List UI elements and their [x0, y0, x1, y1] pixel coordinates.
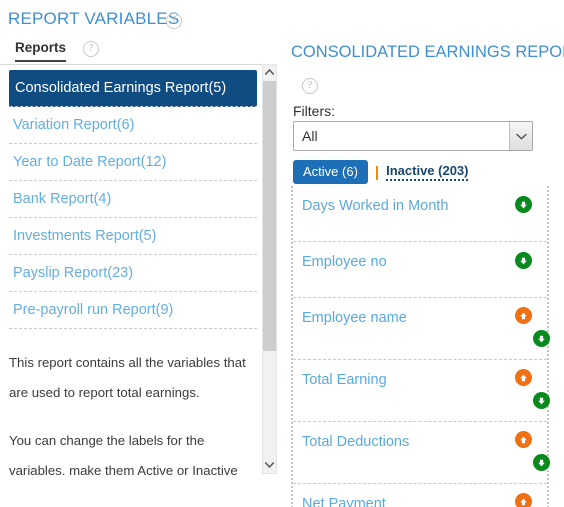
- active-inactive-toggle: Active (6) | Inactive (203): [293, 160, 469, 184]
- tab-bar: Reports ?: [0, 40, 265, 65]
- scroll-up-icon[interactable]: [263, 65, 276, 80]
- variable-row: Employee name: [293, 298, 550, 360]
- move-down-icon[interactable]: [533, 392, 550, 409]
- report-description: This report contains all the variables t…: [9, 348, 259, 504]
- scrollbar-thumb[interactable]: [263, 81, 276, 351]
- move-down-icon[interactable]: [515, 196, 532, 213]
- filters-label: Filters:: [293, 103, 335, 119]
- report-list-item[interactable]: Investments Report(5): [9, 218, 257, 255]
- variable-name[interactable]: Employee name: [302, 308, 539, 328]
- help-icon[interactable]: ?: [166, 13, 182, 29]
- report-list: Consolidated Earnings Report(5) Variation…: [9, 70, 257, 329]
- variable-row: Employee no: [293, 242, 547, 298]
- report-list-item[interactable]: Consolidated Earnings Report(5): [9, 70, 257, 107]
- left-panel: REPORT VARIABLES ? Reports ? Consolidate…: [0, 0, 283, 507]
- variable-name[interactable]: Total Deductions: [302, 432, 539, 452]
- reports-help-icon[interactable]: ?: [83, 41, 99, 57]
- move-down-icon[interactable]: [515, 252, 532, 269]
- scroll-down-icon[interactable]: [263, 458, 276, 473]
- move-up-icon[interactable]: [515, 369, 532, 386]
- active-filter-button[interactable]: Active (6): [293, 160, 368, 184]
- report-list-item[interactable]: Pre-payroll run Report(9): [9, 292, 257, 329]
- report-list-item[interactable]: Year to Date Report(12): [9, 144, 257, 181]
- report-title: CONSOLIDATED EARNINGS REPORT: [291, 43, 564, 61]
- tab-reports[interactable]: Reports: [15, 40, 67, 62]
- variable-row: Total Deductions: [293, 422, 550, 484]
- variable-name[interactable]: Total Earning: [302, 370, 539, 390]
- report-variables-screen: REPORT VARIABLES ? Reports ? Consolidate…: [0, 0, 564, 507]
- variable-row: Total Earning: [293, 360, 550, 422]
- move-up-icon[interactable]: [515, 431, 532, 448]
- toggle-divider: |: [374, 163, 380, 181]
- variable-list: Days Worked in Month Employee no Employee …: [291, 186, 550, 507]
- report-list-item[interactable]: Payslip Report(23): [9, 255, 257, 292]
- variable-name[interactable]: Employee no: [302, 252, 539, 272]
- filter-select[interactable]: All: [293, 121, 533, 151]
- move-up-icon[interactable]: [515, 307, 532, 324]
- move-up-icon[interactable]: [515, 493, 532, 507]
- description-paragraph: You can change the labels for the variab…: [9, 433, 238, 478]
- report-list-item[interactable]: Variation Report(6): [9, 107, 257, 144]
- description-paragraph: This report contains all the variables t…: [9, 355, 246, 400]
- inactive-filter-link[interactable]: Inactive (203): [386, 163, 469, 181]
- variable-row: Days Worked in Month: [293, 186, 547, 242]
- variable-name[interactable]: Net Payment: [302, 494, 539, 507]
- report-help-icon[interactable]: ?: [302, 78, 318, 94]
- report-list-item[interactable]: Bank Report(4): [9, 181, 257, 218]
- variable-name[interactable]: Days Worked in Month: [302, 196, 539, 216]
- variable-row: Net Payment: [293, 484, 547, 507]
- left-scrollbar[interactable]: [262, 64, 277, 474]
- page-title: REPORT VARIABLES: [8, 9, 180, 28]
- right-panel: CONSOLIDATED EARNINGS REPORT ? Filters: …: [285, 0, 564, 507]
- move-down-icon[interactable]: [533, 454, 550, 471]
- move-down-icon[interactable]: [533, 330, 550, 347]
